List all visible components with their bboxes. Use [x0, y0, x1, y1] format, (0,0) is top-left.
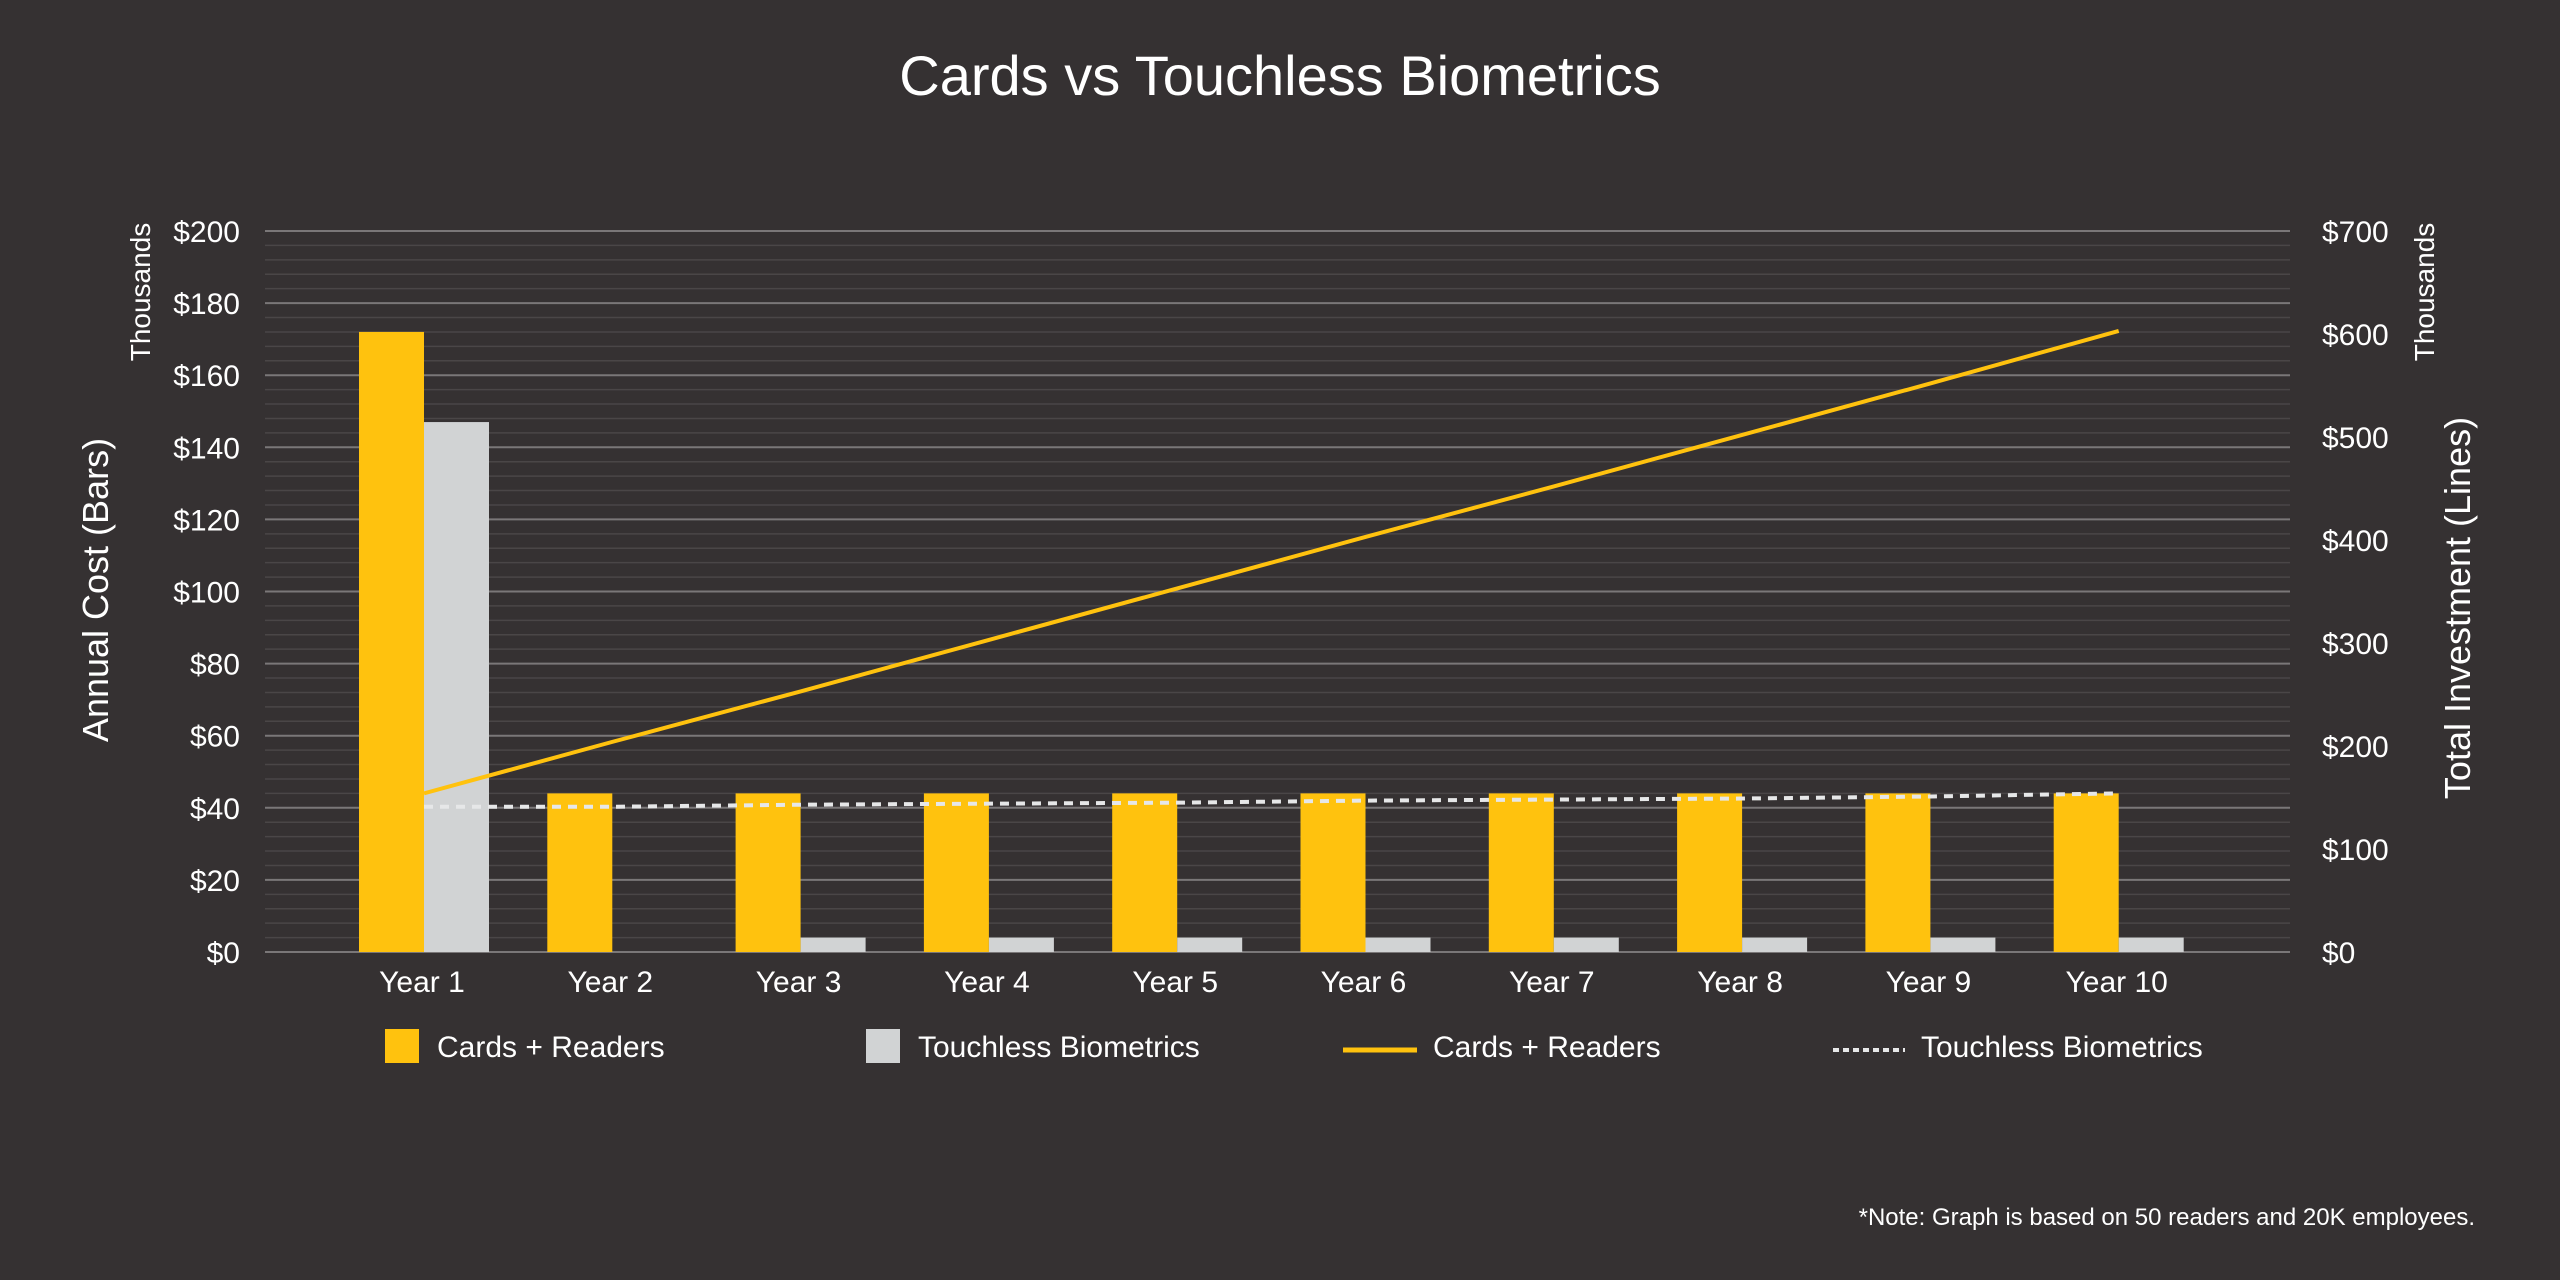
chart-title: Cards vs Touchless Biometrics — [899, 44, 1660, 107]
chart: Cards vs Touchless Biometrics $0 $20 $40 $6… — [75, 44, 2478, 1231]
legend-swatch — [385, 1029, 419, 1063]
legend-label: Touchless Biometrics — [918, 1031, 1200, 1064]
bar-cards-readers — [735, 793, 801, 952]
right-tick-label: $200 — [2322, 731, 2389, 764]
x-tick-label: Year 5 — [1132, 966, 1218, 999]
left-axis-unit: Thousands — [125, 223, 156, 362]
bar-touchless-biometrics — [800, 937, 866, 952]
bar-cards-readers — [2053, 793, 2119, 952]
right-tick-label: $0 — [2322, 937, 2355, 970]
right-tick-label: $100 — [2322, 834, 2389, 867]
bar-touchless-biometrics — [1930, 937, 1996, 952]
bar-cards-readers — [547, 793, 613, 952]
right-tick-label: $300 — [2322, 628, 2389, 661]
left-tick-label: $0 — [207, 937, 240, 970]
legend-label: Cards + Readers — [437, 1031, 665, 1064]
bars — [359, 331, 2184, 952]
x-tick-label: Year 8 — [1697, 966, 1783, 999]
footnote: *Note: Graph is based on 50 readers and … — [1859, 1204, 2475, 1231]
x-axis-ticks: Year 1 Year 2 Year 3 Year 4 Year 5 Year 6 Year… — [379, 966, 2168, 999]
legend-item: Cards + Readers — [385, 1029, 665, 1064]
x-tick-label: Year 7 — [1509, 966, 1595, 999]
legend-item: Touchless Biometrics — [866, 1029, 1200, 1064]
x-tick-label: Year 9 — [1886, 966, 1972, 999]
left-tick-label: $120 — [173, 504, 240, 537]
left-tick-label: $20 — [190, 865, 240, 898]
left-tick-label: $80 — [190, 649, 240, 682]
line-touchless-biometrics — [424, 791, 2119, 809]
left-tick-label: $160 — [173, 360, 240, 393]
bar-touchless-biometrics — [424, 422, 489, 952]
legend-swatch — [866, 1029, 900, 1063]
legend: Cards + Readers Touchless Biometrics Cards… — [385, 1029, 2203, 1064]
bar-cards-readers — [1865, 793, 1931, 952]
right-tick-label: $600 — [2322, 319, 2389, 352]
left-tick-label: $100 — [173, 577, 240, 610]
bar-cards-readers — [359, 331, 424, 952]
x-tick-label: Year 2 — [567, 966, 653, 999]
legend-label: Touchless Biometrics — [1921, 1031, 2203, 1064]
bar-touchless-biometrics — [2118, 937, 2184, 952]
bar-cards-readers — [1112, 793, 1178, 952]
right-axis-title: Total Investment (Lines) — [2437, 417, 2478, 799]
bar-touchless-biometrics — [1553, 937, 1619, 952]
left-axis-ticks: $0 $20 $40 $60 $80 $100 $120 $140 $160 $180 $200 — [173, 216, 240, 970]
bar-cards-readers — [1488, 793, 1554, 952]
legend-item: Touchless Biometrics — [1833, 1031, 2203, 1064]
x-tick-label: Year 10 — [2066, 966, 2168, 999]
x-tick-label: Year 6 — [1321, 966, 1407, 999]
right-tick-label: $400 — [2322, 525, 2389, 558]
legend-label: Cards + Readers — [1433, 1031, 1661, 1064]
bar-touchless-biometrics — [988, 937, 1054, 952]
left-axis-title: Annual Cost (Bars) — [75, 438, 116, 742]
bar-cards-readers — [923, 793, 989, 952]
legend-item: Cards + Readers — [1343, 1031, 1661, 1064]
bar-cards-readers — [1677, 793, 1743, 952]
x-tick-label: Year 1 — [379, 966, 465, 999]
right-axis-ticks: $0 $100 $200 $300 $400 $500 $600 $700 — [2322, 216, 2389, 970]
right-tick-label: $500 — [2322, 422, 2389, 455]
x-tick-label: Year 3 — [756, 966, 842, 999]
left-tick-label: $60 — [190, 721, 240, 754]
right-tick-label: $700 — [2322, 216, 2389, 249]
bar-touchless-biometrics — [1365, 937, 1431, 952]
bar-cards-readers — [1300, 793, 1366, 952]
left-tick-label: $200 — [173, 216, 240, 249]
left-tick-label: $180 — [173, 288, 240, 321]
x-tick-label: Year 4 — [944, 966, 1030, 999]
left-tick-label: $140 — [173, 432, 240, 465]
left-tick-label: $40 — [190, 793, 240, 826]
bar-touchless-biometrics — [1742, 937, 1808, 952]
right-axis-unit: Thousands — [2409, 223, 2440, 362]
bar-touchless-biometrics — [1177, 937, 1243, 952]
